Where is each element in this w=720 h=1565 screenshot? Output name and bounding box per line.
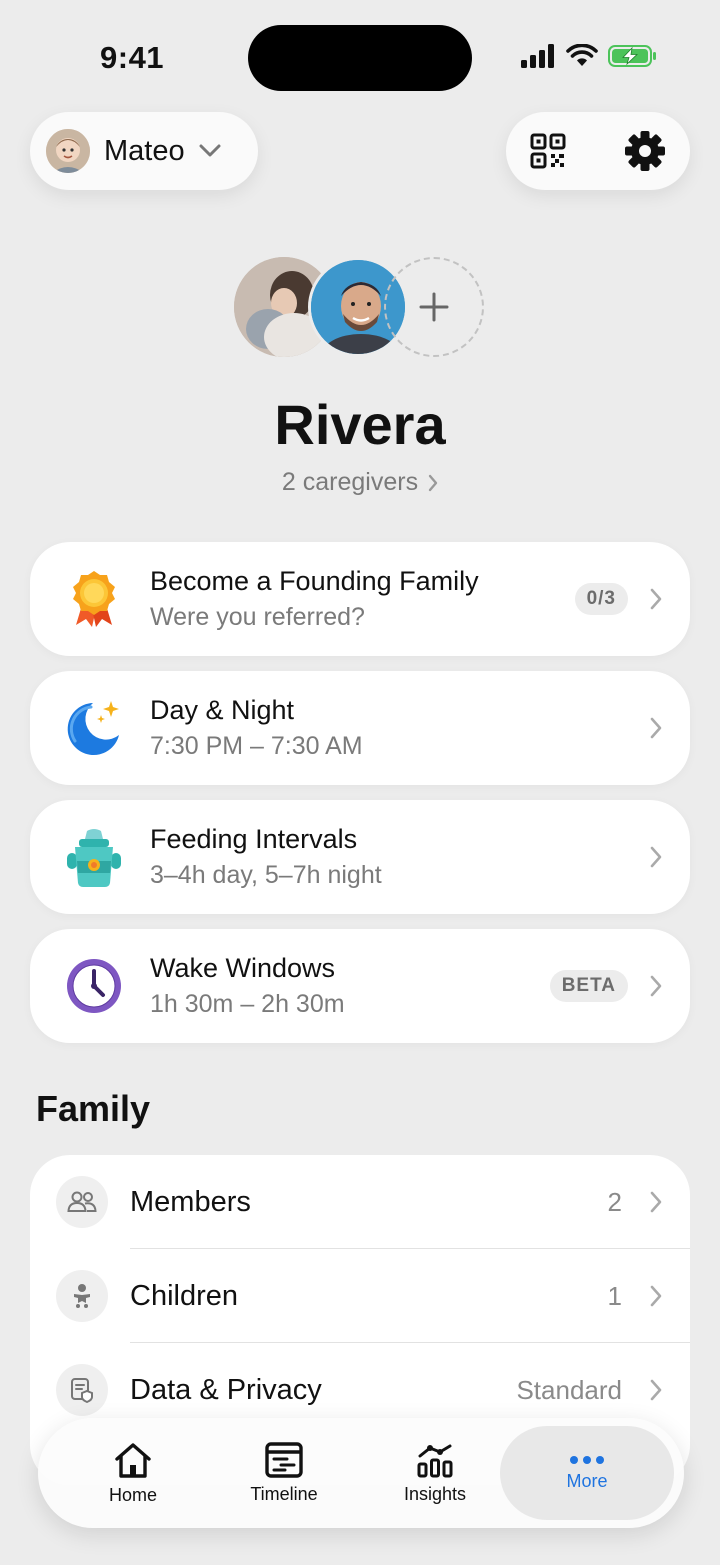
section-title-family: Family: [36, 1088, 151, 1129]
card-title: Feeding Intervals: [150, 824, 358, 854]
status-bar: 9:41: [0, 0, 720, 110]
beta-badge: BETA: [549, 970, 628, 1002]
chevron-right-icon: [650, 975, 662, 997]
child-selector[interactable]: Mateo: [30, 112, 258, 190]
clock-icon: [62, 954, 126, 1018]
chevron-right-icon: [650, 717, 662, 739]
nav-home[interactable]: Home: [58, 1418, 208, 1528]
nav-label: Insights: [403, 1483, 467, 1504]
more-icon: [570, 1455, 604, 1464]
chevron-right-icon: [650, 588, 662, 610]
card-subtitle: 3–4h day, 5–7h night: [150, 861, 382, 889]
people-icon: [56, 1176, 108, 1228]
nav-label: Home: [108, 1484, 157, 1505]
plus-icon: [419, 292, 449, 322]
referral-count-badge: 0/3: [574, 583, 628, 615]
insights-icon: [417, 1444, 453, 1477]
child-avatar: [46, 129, 90, 173]
baby-icon: [56, 1270, 108, 1322]
nav-label: Timeline: [250, 1483, 318, 1504]
caregivers-link[interactable]: 2 caregivers: [0, 468, 720, 497]
row-value: 2: [607, 1186, 622, 1217]
chevron-right-icon: [428, 474, 438, 491]
row-label: Children: [130, 1279, 238, 1312]
chevron-down-icon: [199, 144, 221, 157]
card-wake-windows[interactable]: Wake Windows 1h 30m – 2h 30m BETA: [30, 929, 690, 1043]
card-title: Become a Founding Family: [150, 566, 479, 596]
row-members[interactable]: Members 2: [30, 1155, 690, 1249]
nav-label: More: [566, 1470, 608, 1491]
nav-more[interactable]: More: [500, 1426, 674, 1520]
row-value: Standard: [516, 1374, 622, 1405]
system-icons: [520, 44, 658, 68]
bottom-nav: Home Timeline Insights More: [38, 1418, 684, 1528]
nav-timeline[interactable]: Timeline: [209, 1418, 359, 1528]
status-time: 9:41: [100, 40, 165, 75]
card-founding-family[interactable]: Become a Founding Family Were you referr…: [30, 542, 690, 656]
nav-insights[interactable]: Insights: [360, 1418, 510, 1528]
add-caregiver-button[interactable]: [384, 257, 484, 357]
row-label: Members: [130, 1185, 251, 1218]
gear-icon[interactable]: [624, 130, 666, 172]
privacy-icon: [56, 1364, 108, 1416]
header-tools: [506, 112, 690, 190]
row-children[interactable]: Children 1: [30, 1249, 690, 1343]
sippy-cup-icon: [62, 825, 126, 889]
qr-code-icon[interactable]: [530, 133, 566, 169]
battery-charging-icon: [608, 45, 656, 67]
dynamic-island: [248, 25, 472, 91]
card-day-night[interactable]: Day & Night 7:30 PM – 7:30 AM: [30, 671, 690, 785]
card-feeding-intervals[interactable]: Feeding Intervals 3–4h day, 5–7h night: [30, 800, 690, 914]
timeline-icon: [265, 1441, 303, 1478]
chevron-right-icon: [650, 1379, 662, 1401]
card-subtitle: 7:30 PM – 7:30 AM: [150, 732, 363, 760]
chevron-right-icon: [650, 846, 662, 868]
signal-icon: [521, 44, 554, 68]
caregivers-label: 2 caregivers: [281, 468, 419, 496]
card-subtitle: 1h 30m – 2h 30m: [150, 990, 345, 1018]
chevron-right-icon: [650, 1191, 662, 1213]
medal-icon: [62, 567, 126, 631]
card-subtitle: Were you referred?: [150, 603, 365, 631]
home-icon: [115, 1442, 151, 1478]
card-title: Wake Windows: [150, 953, 336, 983]
family-name: Rivera: [274, 393, 446, 456]
card-title: Day & Night: [150, 695, 295, 725]
child-name: Mateo: [104, 134, 185, 167]
row-label: Data & Privacy: [130, 1373, 322, 1406]
chevron-right-icon: [650, 1285, 662, 1307]
moon-icon: [62, 696, 126, 760]
row-value: 1: [607, 1280, 622, 1311]
caregiver-avatars: [234, 257, 486, 359]
wifi-icon: [566, 44, 598, 66]
